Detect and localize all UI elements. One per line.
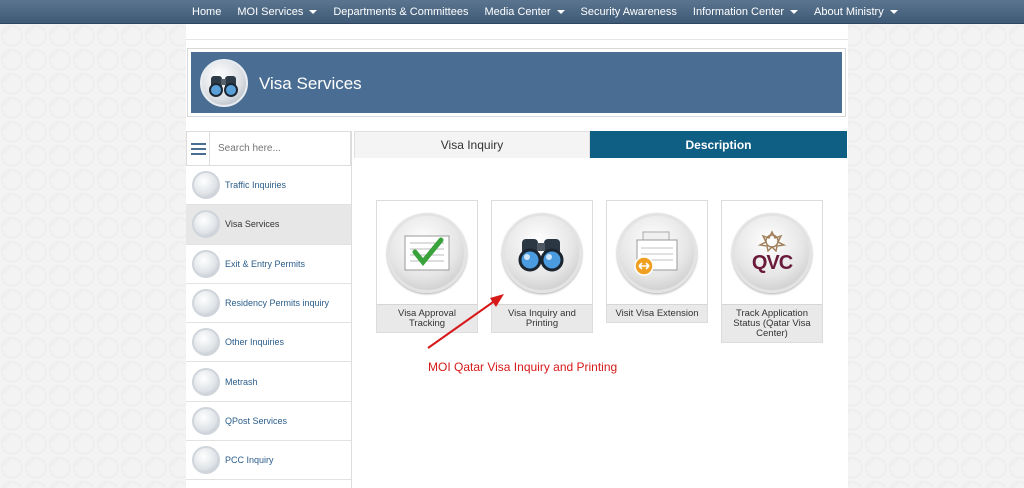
sidebar-item-visa-services[interactable]: Visa Services [186, 205, 351, 245]
traffic-light-icon [192, 171, 220, 200]
nav-moi-services[interactable]: MOI Services [229, 0, 325, 24]
card-image [607, 201, 707, 304]
binoculars-icon [502, 212, 582, 293]
nav-label: Media Center [484, 6, 551, 18]
airplane-icon [192, 249, 220, 278]
annotation-text: MOI Qatar Visa Inquiry and Printing [428, 360, 618, 374]
sidebar-item-label: Visa Services [225, 219, 280, 230]
nav-label: Home [192, 6, 222, 18]
sidebar-item-qpost-services[interactable]: QPost Services [186, 402, 351, 442]
magnifier-icon [192, 289, 220, 318]
caret-down-icon [889, 10, 898, 14]
nav-label: Information Center [692, 6, 785, 18]
sidebar-item-residency-permits[interactable]: Residency Permits inquiry [186, 284, 351, 324]
card-image: QVC [722, 201, 822, 304]
sidebar-item-label: Exit & Entry Permits [225, 258, 306, 269]
sidebar: Traffic Inquiries Visa Services Exit & E… [186, 131, 352, 488]
page-title: Visa Services [259, 74, 362, 93]
phone-icon [192, 367, 220, 396]
nav-home[interactable]: Home [184, 0, 229, 24]
annotation-arrow-icon [427, 294, 504, 349]
nav-departments[interactable]: Departments & Committees [325, 0, 476, 24]
sidebar-item-metrash[interactable]: Metrash [186, 362, 351, 402]
sidebar-search-row [186, 131, 351, 166]
exclamation-icon [192, 328, 220, 357]
search-input[interactable] [210, 132, 350, 165]
service-card-track-application[interactable]: QVC Track Application Status (Qatar Visa… [721, 200, 823, 343]
nav-information-center[interactable]: Information Center [685, 0, 806, 24]
nav-media-center[interactable]: Media Center [476, 0, 572, 24]
sidebar-item-exit-entry-permits[interactable]: Exit & Entry Permits [186, 245, 351, 284]
sidebar-item-label: Other Inquiries [225, 337, 285, 348]
top-navigation: Home MOI Services Departments & Committe… [0, 0, 1024, 24]
top-strip [186, 24, 848, 40]
sidebar-item-label: Metrash [225, 376, 258, 387]
nav-label: Departments & Committees [333, 6, 469, 18]
tab-description[interactable]: Description [590, 131, 847, 158]
service-card-visit-visa-extension[interactable]: Visit Visa Extension [606, 200, 708, 323]
nav-label: About Ministry [814, 6, 884, 18]
sidebar-item-pcc-inquiry[interactable]: PCC Inquiry [186, 441, 351, 481]
nav-security-awareness[interactable]: Security Awareness [573, 0, 685, 24]
binoculars-icon [200, 59, 248, 107]
tab-bar: Visa Inquiry Description [354, 131, 847, 158]
sidebar-item-label: Traffic Inquiries [225, 180, 287, 191]
sidebar-item-other-inquiries[interactable]: Other Inquiries [186, 323, 351, 363]
hamburger-menu-icon[interactable] [187, 132, 210, 165]
certificate-icon [192, 446, 220, 475]
caret-down-icon [790, 10, 799, 14]
page-banner: Visa Services [187, 48, 846, 117]
nav-label: Security Awareness [580, 6, 677, 18]
qvc-logo-icon: QVC [732, 212, 812, 293]
page-container: Visa Services Traffic Inquiries Visa Ser… [186, 24, 848, 488]
qvc-logo-text: QVC [751, 252, 793, 274]
nav-about-ministry[interactable]: About Ministry [806, 0, 906, 24]
truck-icon [192, 406, 220, 435]
tab-visa-inquiry[interactable]: Visa Inquiry [354, 131, 590, 158]
caret-down-icon [309, 10, 318, 14]
binoculars-icon [192, 210, 220, 239]
sidebar-item-traffic-inquiries[interactable]: Traffic Inquiries [186, 166, 351, 206]
sidebar-item-label: PCC Inquiry [225, 455, 274, 466]
sidebar-item-label: QPost Services [225, 415, 288, 426]
sidebar-item-label: Residency Permits inquiry [225, 298, 330, 309]
caret-down-icon [556, 10, 565, 14]
calendar-extension-icon [617, 212, 697, 293]
nav-label: MOI Services [237, 6, 304, 18]
card-label: Visit Visa Extension [607, 304, 707, 322]
card-label: Track Application Status (Qatar Visa Cen… [722, 304, 822, 342]
